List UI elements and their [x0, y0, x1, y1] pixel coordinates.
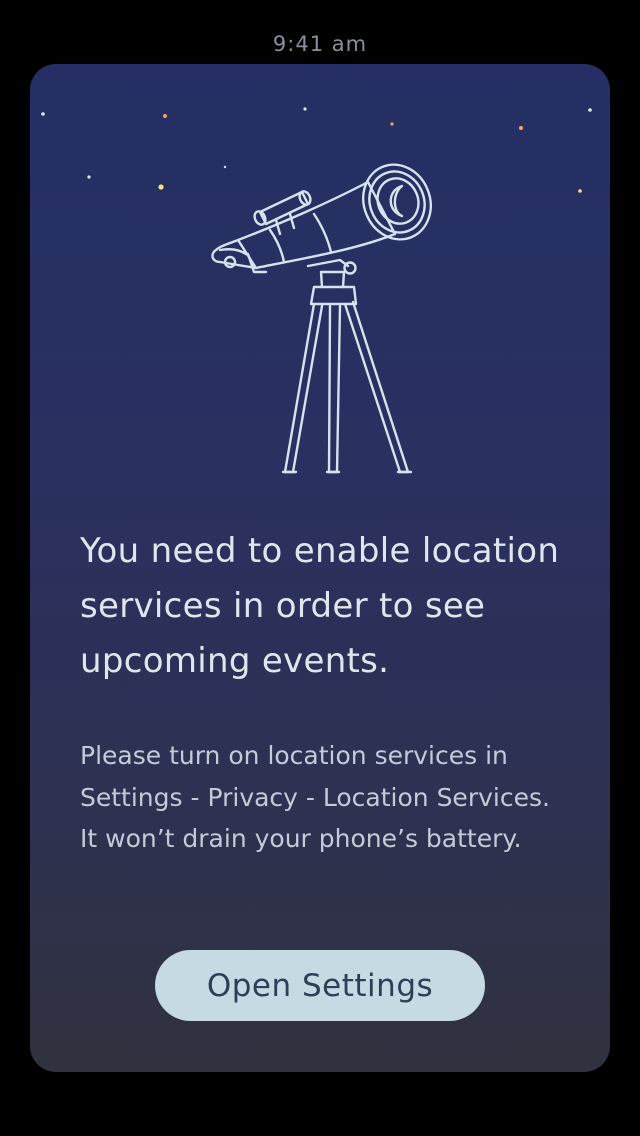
body-text: Please turn on location services in Sett… [80, 741, 550, 853]
star [41, 112, 45, 116]
star [158, 184, 164, 190]
status-time: 9:41 am [272, 32, 368, 56]
star [390, 122, 394, 126]
status-bar: 9:41 am [0, 0, 640, 64]
telescope-icon [211, 163, 432, 474]
star [303, 107, 307, 111]
headline: You need to enable location services in … [80, 531, 560, 681]
star [588, 108, 592, 112]
star [163, 114, 167, 118]
star [87, 175, 91, 179]
location-prompt-card: You need to enable location services in … [30, 64, 610, 1072]
open-settings-button[interactable]: Open Settings [155, 950, 485, 1021]
star [578, 189, 582, 193]
star [519, 126, 523, 130]
